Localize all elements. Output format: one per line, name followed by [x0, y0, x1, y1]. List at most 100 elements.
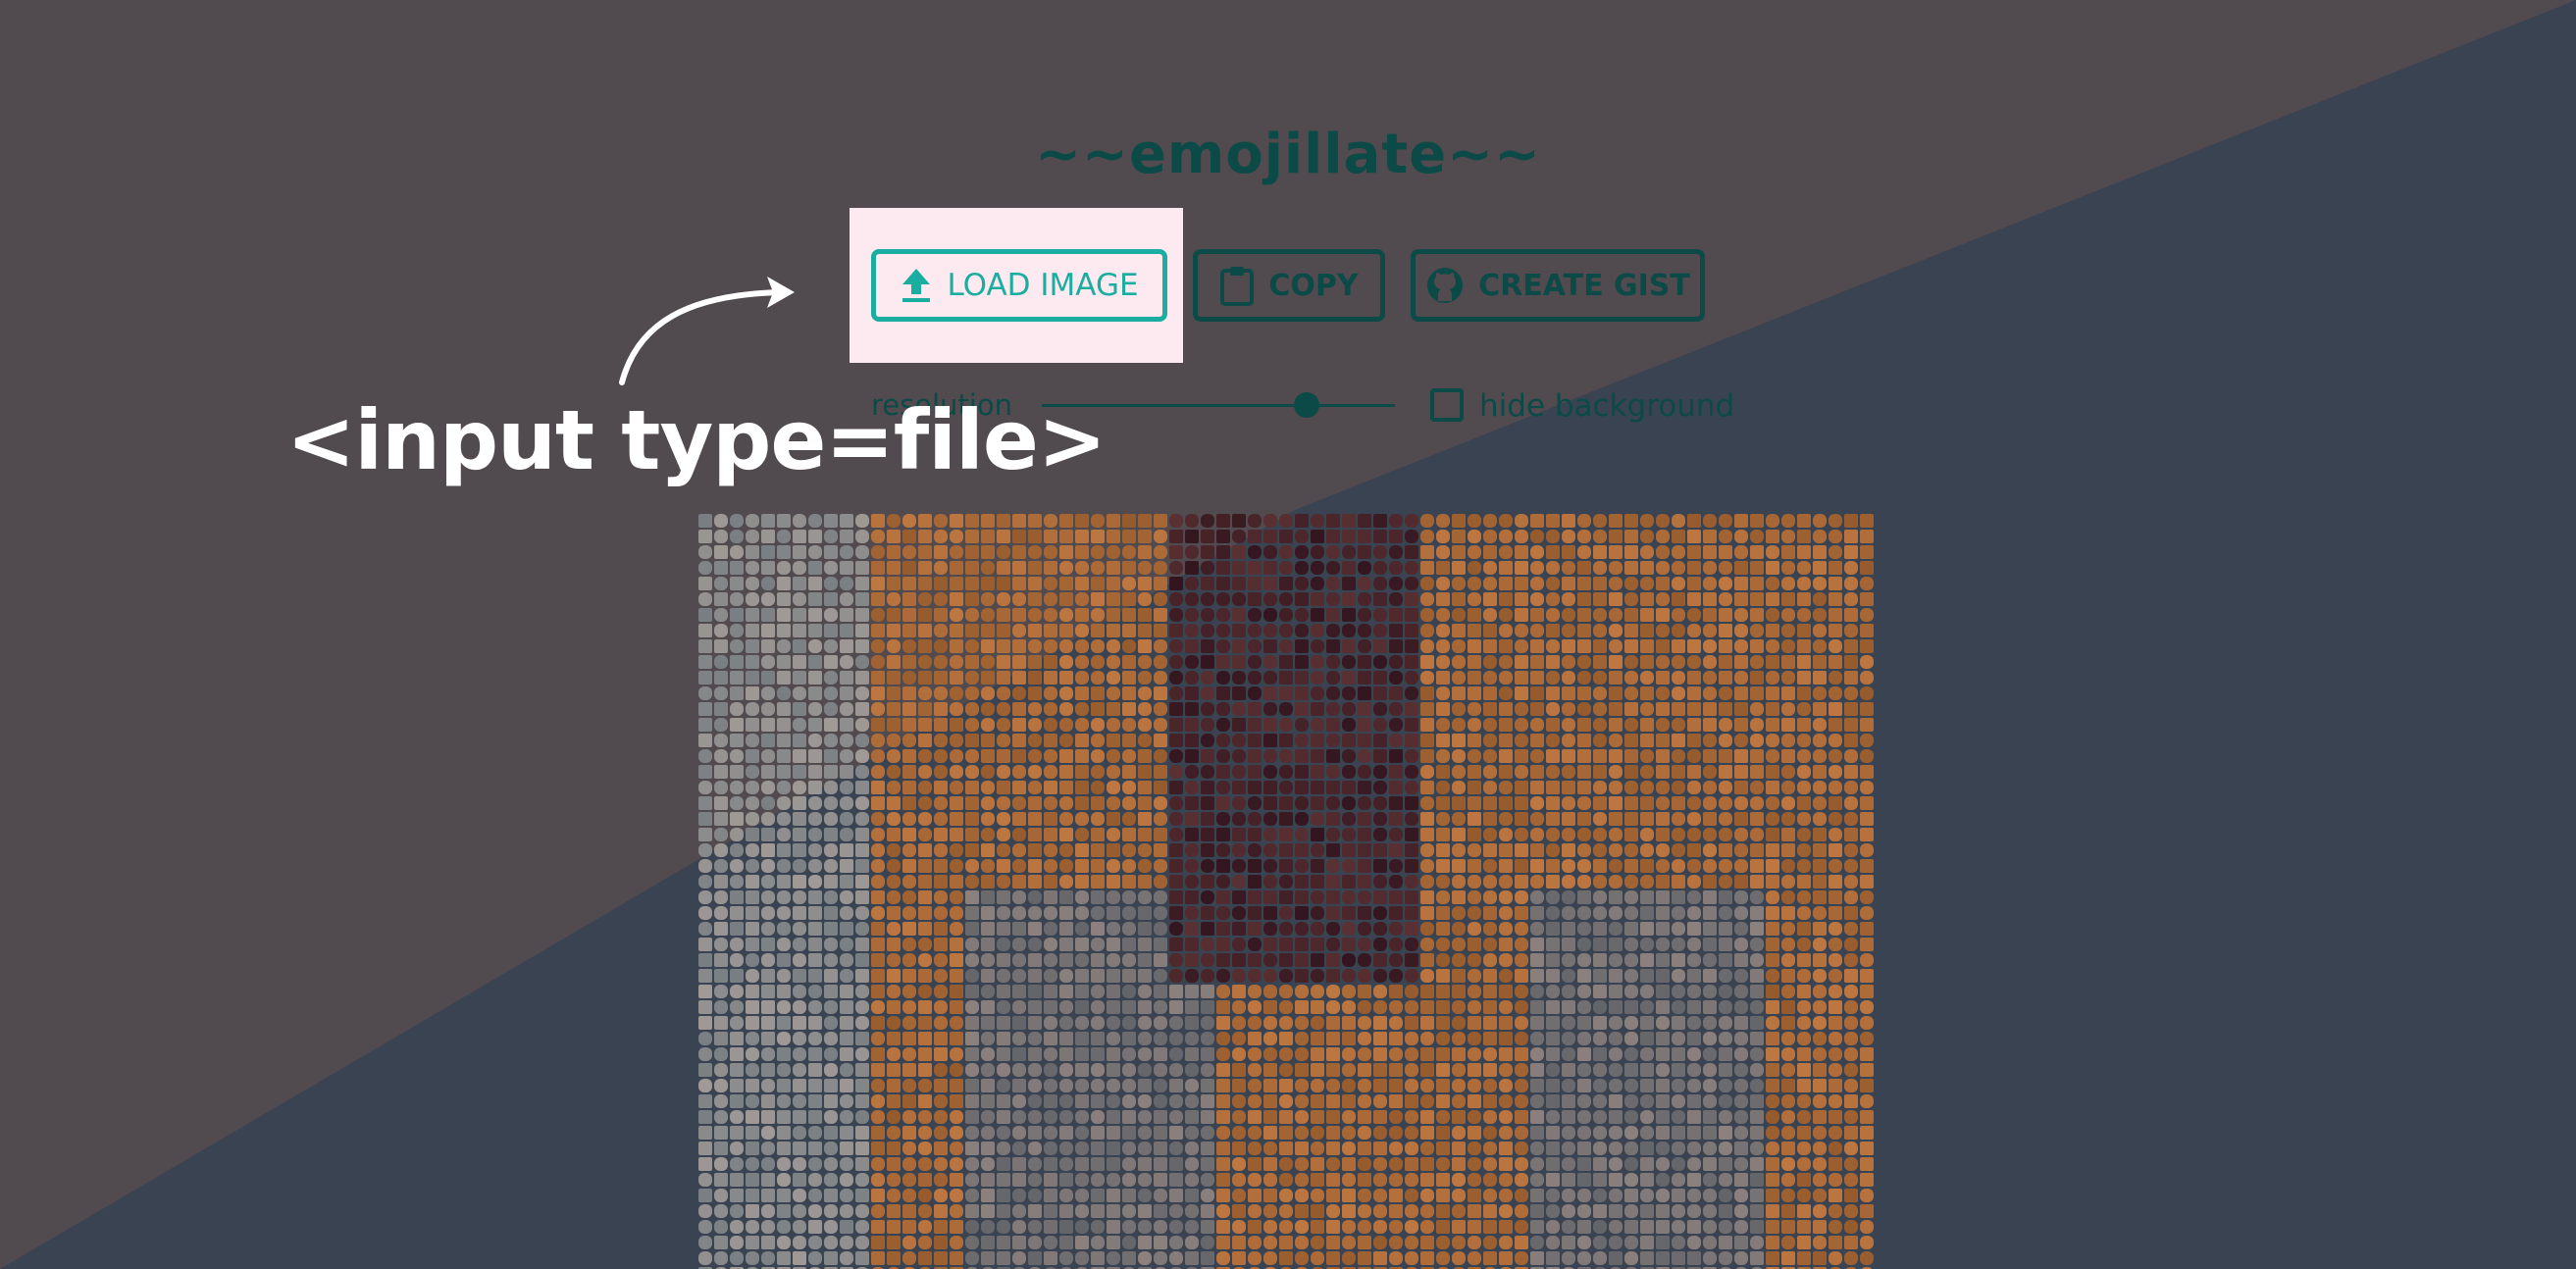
mosaic-emoji-tile [1232, 828, 1246, 841]
mosaic-emoji-tile [997, 922, 1010, 936]
mosaic-emoji-tile [1781, 796, 1795, 810]
mosaic-emoji-tile [934, 624, 948, 637]
mosaic-emoji-tile [1609, 1016, 1623, 1030]
mosaic-emoji-tile [730, 1126, 744, 1140]
mosaic-emoji-tile [793, 608, 806, 622]
mosaic-emoji-tile [965, 969, 979, 983]
hide-background-checkbox[interactable] [1430, 388, 1464, 422]
mosaic-emoji-tile [714, 671, 728, 685]
mosaic-emoji-tile [1515, 843, 1528, 857]
mosaic-emoji-tile [1546, 671, 1560, 685]
mosaic-emoji-tile [1405, 812, 1418, 826]
mosaic-emoji-tile [1326, 686, 1340, 700]
resolution-slider-thumb[interactable] [1294, 392, 1319, 418]
mosaic-emoji-tile [1405, 796, 1418, 810]
mosaic-emoji-tile [840, 718, 853, 732]
mosaic-emoji-tile [1577, 577, 1591, 590]
mosaic-emoji-tile [1515, 545, 1528, 559]
mosaic-emoji-tile [1546, 875, 1560, 888]
mosaic-emoji-tile [1122, 734, 1136, 747]
mosaic-emoji-tile [918, 1189, 932, 1202]
mosaic-emoji-tile [1091, 922, 1105, 936]
copy-button[interactable]: COPY [1193, 249, 1385, 322]
mosaic-emoji-tile [1672, 985, 1685, 998]
mosaic-emoji-tile [871, 1173, 885, 1187]
mosaic-emoji-tile [1059, 812, 1073, 826]
mosaic-emoji-tile [1107, 812, 1120, 826]
mosaic-emoji-tile [1295, 985, 1309, 998]
mosaic-emoji-tile [1593, 1220, 1607, 1234]
mosaic-emoji-tile [1122, 1220, 1136, 1234]
mosaic-emoji-tile [793, 859, 806, 873]
mosaic-emoji-tile [1169, 1204, 1183, 1218]
mosaic-emoji-tile [887, 875, 901, 888]
mosaic-emoji-tile [1107, 530, 1120, 543]
mosaic-emoji-tile [1201, 1204, 1214, 1218]
mosaic-emoji-tile [1609, 1157, 1623, 1171]
mosaic-emoji-tile [698, 1157, 712, 1171]
mosaic-emoji-tile [1515, 1032, 1528, 1045]
mosaic-emoji-tile [1797, 561, 1811, 575]
mosaic-emoji-tile [1311, 1142, 1324, 1155]
mosaic-emoji-tile [1844, 702, 1858, 716]
mosaic-emoji-tile [1405, 577, 1418, 590]
mosaic-emoji-tile [1624, 781, 1638, 794]
mosaic-emoji-tile [902, 906, 916, 920]
mosaic-emoji-tile [1405, 1047, 1418, 1061]
mosaic-emoji-tile [1279, 1063, 1293, 1077]
mosaic-emoji-tile [840, 922, 853, 936]
mosaic-emoji-tile [997, 702, 1010, 716]
mosaic-emoji-tile [1813, 906, 1827, 920]
mosaic-emoji-tile [1609, 953, 1623, 967]
mosaic-emoji-tile [1609, 875, 1623, 888]
mosaic-emoji-tile [714, 624, 728, 637]
mosaic-emoji-tile [1059, 530, 1073, 543]
mosaic-emoji-tile [698, 1016, 712, 1030]
mosaic-emoji-tile [1640, 608, 1654, 622]
mosaic-emoji-tile [997, 639, 1010, 653]
mosaic-emoji-tile [1468, 1126, 1481, 1140]
mosaic-emoji-tile [1201, 1173, 1214, 1187]
mosaic-emoji-tile [1216, 749, 1230, 763]
mosaic-emoji-tile [1734, 1220, 1748, 1234]
mosaic-emoji-tile [1750, 1236, 1764, 1249]
mosaic-emoji-tile [1420, 671, 1434, 685]
mosaic-emoji-tile [1138, 624, 1152, 637]
mosaic-emoji-tile [1232, 1189, 1246, 1202]
mosaic-emoji-tile [1138, 843, 1152, 857]
mosaic-emoji-tile [1687, 890, 1701, 904]
mosaic-emoji-tile [1012, 875, 1026, 888]
mosaic-emoji-tile [1813, 1094, 1827, 1108]
mosaic-emoji-tile [1216, 1251, 1230, 1265]
mosaic-emoji-tile [1499, 859, 1513, 873]
mosaic-emoji-tile [981, 1079, 995, 1092]
mosaic-emoji-tile [1656, 734, 1670, 747]
mosaic-emoji-tile [1091, 1157, 1105, 1171]
mosaic-emoji-tile [950, 749, 963, 763]
mosaic-emoji-tile [1248, 765, 1262, 779]
mosaic-emoji-tile [1703, 1110, 1717, 1124]
mosaic-emoji-tile [1750, 859, 1764, 873]
mosaic-emoji-tile [1703, 1173, 1717, 1187]
mosaic-emoji-tile [1656, 561, 1670, 575]
mosaic-emoji-tile [1562, 1094, 1575, 1108]
mosaic-emoji-tile [1499, 624, 1513, 637]
load-image-button[interactable]: LOAD IMAGE [871, 249, 1167, 322]
resolution-slider[interactable] [1042, 404, 1395, 407]
mosaic-emoji-tile [1154, 1047, 1167, 1061]
mosaic-emoji-tile [1452, 749, 1466, 763]
mosaic-emoji-tile [1185, 686, 1199, 700]
mosaic-emoji-tile [871, 545, 885, 559]
mosaic-emoji-tile [1248, 639, 1262, 653]
mosaic-emoji-tile [793, 702, 806, 716]
mosaic-emoji-tile [918, 1110, 932, 1124]
mosaic-emoji-tile [1530, 561, 1544, 575]
mosaic-emoji-tile [1562, 1016, 1575, 1030]
create-gist-button[interactable]: CREATE GIST [1411, 249, 1705, 322]
mosaic-emoji-tile [1154, 608, 1167, 622]
mosaic-emoji-tile [777, 906, 791, 920]
mosaic-emoji-tile [1154, 671, 1167, 685]
mosaic-emoji-tile [1687, 1063, 1701, 1077]
mosaic-emoji-tile [1750, 655, 1764, 669]
mosaic-emoji-tile [1420, 906, 1434, 920]
